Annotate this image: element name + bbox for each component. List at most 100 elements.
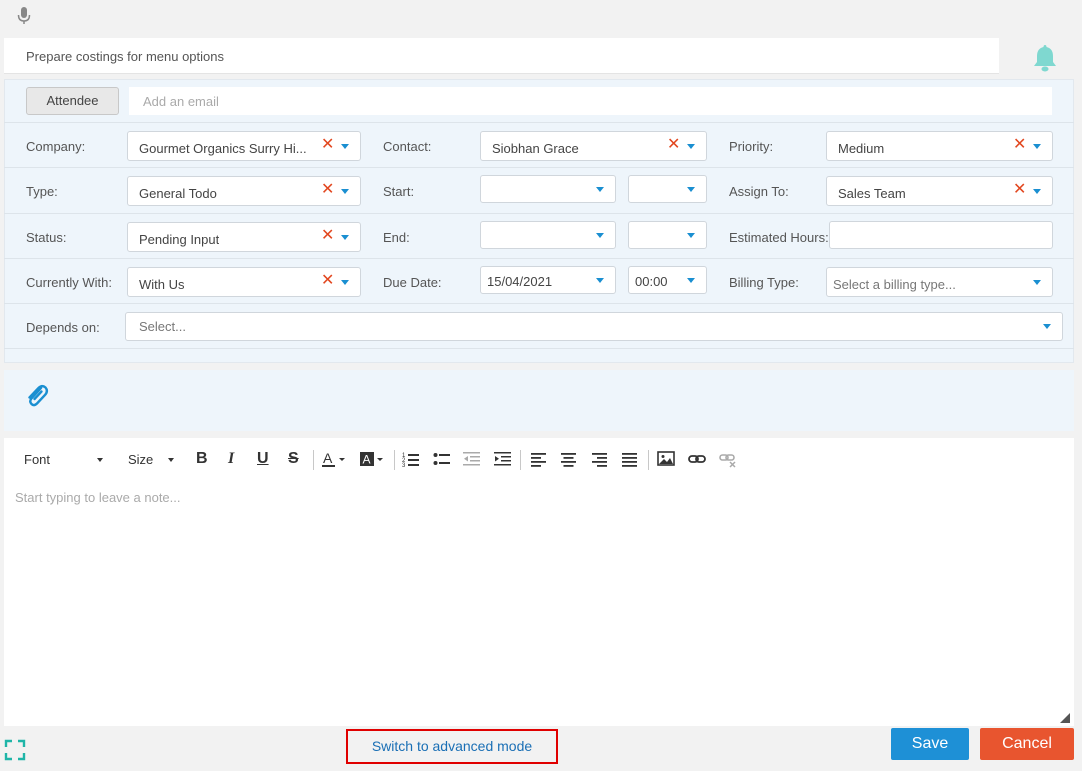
unlink-icon[interactable] bbox=[719, 450, 737, 468]
clear-contact-icon[interactable]: ✕ bbox=[667, 137, 680, 153]
contact-select[interactable]: Siobhan Grace ✕ bbox=[480, 131, 707, 161]
image-icon[interactable] bbox=[657, 450, 675, 468]
company-label: Company: bbox=[26, 139, 86, 154]
link-icon[interactable] bbox=[688, 450, 706, 468]
chevron-down-icon[interactable] bbox=[1043, 324, 1051, 329]
row-divider bbox=[4, 303, 1074, 304]
depends-on-placeholder: Select... bbox=[139, 319, 186, 334]
contact-value: Siobhan Grace bbox=[492, 141, 579, 156]
chevron-down-icon bbox=[97, 458, 103, 462]
task-title-field[interactable]: Prepare costings for menu options bbox=[4, 38, 999, 74]
start-time-select[interactable] bbox=[628, 175, 707, 203]
note-editor[interactable] bbox=[4, 438, 1074, 726]
toolbar-divider bbox=[394, 450, 395, 470]
clear-assign-to-icon[interactable]: ✕ bbox=[1013, 182, 1026, 198]
align-left-icon[interactable] bbox=[530, 450, 548, 468]
strikethrough-icon[interactable]: S bbox=[288, 450, 299, 467]
currently-with-value: With Us bbox=[139, 277, 185, 292]
outdent-icon[interactable] bbox=[463, 450, 481, 468]
row-divider bbox=[4, 167, 1074, 168]
svg-text:A: A bbox=[363, 453, 371, 467]
row-divider bbox=[4, 348, 1074, 349]
due-time-select[interactable]: 00:00 bbox=[628, 266, 707, 294]
indent-icon[interactable] bbox=[494, 450, 512, 468]
type-value: General Todo bbox=[139, 186, 217, 201]
chevron-down-icon[interactable] bbox=[341, 144, 349, 149]
resize-handle-icon[interactable] bbox=[1058, 711, 1070, 723]
clear-company-icon[interactable]: ✕ bbox=[321, 137, 334, 153]
end-date-select[interactable] bbox=[480, 221, 616, 249]
attachment-panel bbox=[4, 370, 1074, 431]
font-dropdown[interactable]: Font bbox=[24, 452, 50, 468]
status-value: Pending Input bbox=[139, 232, 220, 247]
start-date-select[interactable] bbox=[480, 175, 616, 203]
italic-icon[interactable]: I bbox=[228, 450, 234, 467]
chevron-down-icon[interactable] bbox=[596, 187, 604, 192]
chevron-down-icon[interactable] bbox=[687, 233, 695, 238]
bell-icon[interactable] bbox=[1031, 43, 1059, 73]
currently-with-select[interactable]: With Us ✕ bbox=[127, 267, 361, 297]
fullscreen-icon[interactable] bbox=[4, 739, 26, 761]
chevron-down-icon[interactable] bbox=[1033, 280, 1041, 285]
company-select[interactable]: Gourmet Organics Surry Hi... ✕ bbox=[127, 131, 361, 161]
cancel-button[interactable]: Cancel bbox=[980, 728, 1074, 760]
end-label: End: bbox=[383, 230, 410, 245]
paperclip-icon[interactable] bbox=[24, 382, 50, 410]
chevron-down-icon[interactable] bbox=[687, 187, 695, 192]
chevron-down-icon[interactable] bbox=[341, 235, 349, 240]
align-right-icon[interactable] bbox=[591, 450, 609, 468]
save-button[interactable]: Save bbox=[891, 728, 969, 760]
due-date-value: 15/04/2021 bbox=[487, 274, 553, 289]
chevron-down-icon[interactable] bbox=[341, 280, 349, 285]
estimated-hours-input[interactable] bbox=[829, 221, 1053, 249]
svg-text:A: A bbox=[323, 450, 333, 466]
row-divider bbox=[4, 213, 1074, 214]
chevron-down-icon[interactable] bbox=[596, 278, 604, 283]
start-label: Start: bbox=[383, 184, 415, 199]
end-time-select[interactable] bbox=[628, 221, 707, 249]
clear-currently-with-icon[interactable]: ✕ bbox=[321, 273, 334, 289]
attendee-button[interactable]: Attendee bbox=[26, 87, 119, 115]
billing-type-placeholder: Select a billing type... bbox=[833, 277, 956, 292]
switch-to-advanced-mode-link[interactable]: Switch to advanced mode bbox=[346, 729, 558, 764]
priority-value: Medium bbox=[838, 141, 885, 156]
due-date-select[interactable]: 15/04/2021 bbox=[480, 266, 616, 294]
priority-select[interactable]: Medium ✕ bbox=[826, 131, 1053, 161]
clear-status-icon[interactable]: ✕ bbox=[321, 228, 334, 244]
clear-type-icon[interactable]: ✕ bbox=[321, 182, 334, 198]
background-color-icon[interactable]: A bbox=[359, 450, 385, 468]
billing-type-label: Billing Type: bbox=[729, 275, 799, 290]
align-justify-icon[interactable] bbox=[621, 450, 639, 468]
depends-on-select[interactable]: Select... bbox=[125, 312, 1063, 341]
task-title: Prepare costings for menu options bbox=[26, 49, 224, 64]
chevron-down-icon[interactable] bbox=[1033, 189, 1041, 194]
chevron-down-icon[interactable] bbox=[687, 144, 695, 149]
align-center-icon[interactable] bbox=[560, 450, 578, 468]
assign-to-select[interactable]: Sales Team ✕ bbox=[826, 176, 1053, 206]
chevron-down-icon[interactable] bbox=[687, 278, 695, 283]
depends-on-label: Depends on: bbox=[26, 320, 100, 335]
chevron-down-icon[interactable] bbox=[1033, 144, 1041, 149]
due-date-label: Due Date: bbox=[383, 275, 442, 290]
underline-icon[interactable]: U bbox=[257, 450, 269, 467]
due-time-value: 00:00 bbox=[635, 274, 668, 289]
toolbar-divider bbox=[648, 450, 649, 470]
clear-priority-icon[interactable]: ✕ bbox=[1013, 137, 1026, 153]
bold-icon[interactable]: B bbox=[196, 450, 208, 467]
size-dropdown[interactable]: Size bbox=[128, 452, 153, 468]
status-select[interactable]: Pending Input ✕ bbox=[127, 222, 361, 252]
billing-type-select[interactable]: Select a billing type... bbox=[826, 267, 1053, 297]
ordered-list-icon[interactable]: 1 2 3 bbox=[402, 450, 420, 468]
estimated-hours-label: Estimated Hours: bbox=[729, 230, 829, 245]
type-label: Type: bbox=[26, 184, 58, 199]
attendee-email-input[interactable] bbox=[129, 87, 1052, 115]
text-color-icon[interactable]: A bbox=[321, 450, 347, 468]
microphone-icon[interactable] bbox=[17, 7, 31, 25]
chevron-down-icon[interactable] bbox=[596, 233, 604, 238]
size-label: Size bbox=[128, 452, 154, 467]
note-placeholder: Start typing to leave a note... bbox=[15, 490, 181, 505]
bullet-list-icon[interactable] bbox=[433, 450, 451, 468]
contact-label: Contact: bbox=[383, 139, 432, 154]
chevron-down-icon[interactable] bbox=[341, 189, 349, 194]
type-select[interactable]: General Todo ✕ bbox=[127, 176, 361, 206]
